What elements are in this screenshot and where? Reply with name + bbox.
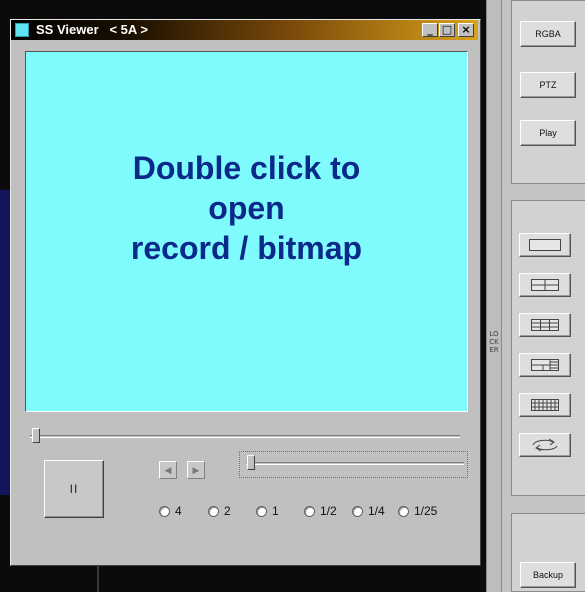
minimize-button[interactable]: _ [422, 23, 438, 37]
viewport-message: Double click to open record / bitmap [26, 148, 467, 268]
viewport-line-3: record / bitmap [130, 230, 363, 266]
speed-radio-1-25[interactable]: 1/25 [398, 504, 437, 518]
step-back-icon: ◀ [164, 465, 172, 475]
layout-eight-button[interactable] [519, 353, 571, 377]
ptz-button[interactable]: PTZ [520, 72, 576, 98]
speed-radio-quarter[interactable]: 1/4 [352, 504, 385, 518]
rotate-icon [532, 438, 558, 452]
layout-rotate-button[interactable] [519, 433, 571, 457]
sixteen-layout-icon [531, 399, 559, 411]
speed-radio-2[interactable]: 2 [208, 504, 231, 518]
radio-label: 1/4 [368, 504, 385, 518]
viewer-titlebar[interactable]: SS Viewer < 5A > _ □ × [11, 20, 478, 40]
step-back-button[interactable]: ◀ [159, 461, 177, 479]
radio-label: 2 [224, 504, 231, 518]
speed-radio-4[interactable]: 4 [159, 504, 182, 518]
maximize-button[interactable]: □ [439, 23, 455, 37]
rgba-button[interactable]: RGBA [520, 21, 576, 47]
speed-radio-half[interactable]: 1/2 [304, 504, 337, 518]
locker-label: LOCKER [489, 330, 499, 354]
radio-dot [208, 505, 219, 517]
seek-thumb[interactable] [32, 428, 40, 443]
layout-single-button[interactable] [519, 233, 571, 257]
single-layout-icon [529, 239, 561, 251]
speed-thumb[interactable] [247, 455, 255, 470]
radio-dot [256, 505, 267, 517]
step-forward-icon: ▶ [192, 465, 200, 475]
speed-radio-1[interactable]: 1 [256, 504, 279, 518]
app-icon [15, 23, 29, 37]
quad-layout-icon [531, 279, 559, 291]
six-layout-icon [531, 319, 559, 331]
viewport-line-2: open [208, 190, 285, 226]
backup-button[interactable]: Backup [520, 562, 576, 588]
viewport-line-1: Double click to [132, 150, 361, 186]
radio-dot [398, 505, 409, 517]
radio-label: 1 [272, 504, 279, 518]
radio-dot [159, 505, 170, 517]
eight-layout-icon [531, 359, 559, 371]
radio-label: 4 [175, 504, 182, 518]
close-button[interactable]: × [458, 23, 474, 37]
locker-rail[interactable] [486, 0, 502, 592]
layout-sixteen-button[interactable] [519, 393, 571, 417]
layout-six-button[interactable] [519, 313, 571, 337]
radio-label: 1/25 [414, 504, 438, 518]
seek-track[interactable] [30, 435, 460, 438]
layout-quad-button[interactable] [519, 273, 571, 297]
speed-track[interactable] [246, 462, 464, 465]
play-button[interactable]: Play [520, 120, 576, 146]
radio-dot [304, 505, 315, 517]
step-forward-button[interactable]: ▶ [187, 461, 205, 479]
radio-dot [352, 505, 363, 517]
video-viewport[interactable]: Double click to open record / bitmap [25, 51, 468, 412]
radio-label: 1/2 [320, 504, 337, 518]
window-title: SS Viewer < 5A > [36, 22, 149, 37]
pause-button[interactable]: II [44, 460, 104, 518]
